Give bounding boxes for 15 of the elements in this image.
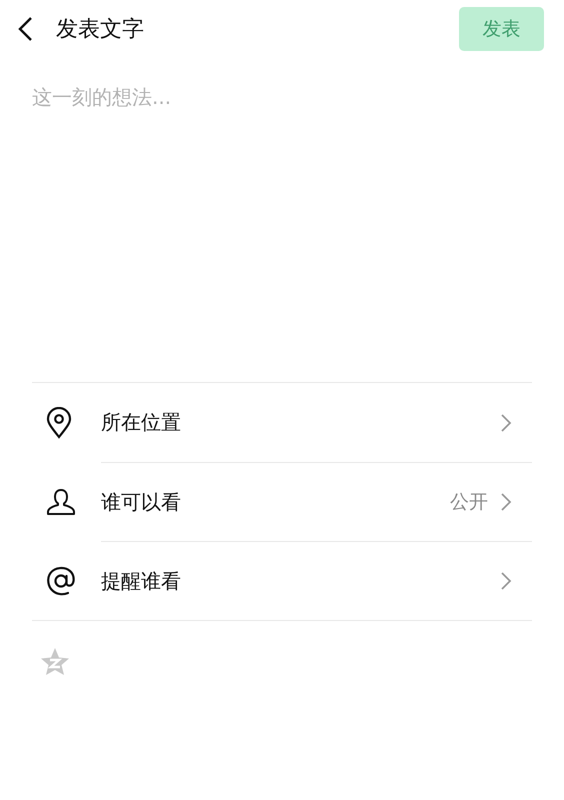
option-label: 谁可以看 (101, 488, 182, 516)
page-title: 发表文字 (56, 16, 145, 44)
option-label: 所在位置 (101, 409, 182, 436)
at-sign-icon (46, 566, 76, 596)
option-row[interactable]: 提醒谁看 (32, 541, 532, 620)
option-label: 提醒谁看 (101, 568, 182, 594)
chevron-right-icon (500, 492, 512, 512)
chevron-right-icon (500, 571, 512, 591)
chevron-right-icon (500, 412, 512, 432)
person-icon (46, 488, 76, 516)
option-row[interactable]: 所在位置 (32, 383, 532, 462)
star-icon[interactable] (40, 647, 70, 677)
option-value: 公开 (450, 490, 488, 515)
location-pin-icon (46, 406, 72, 438)
option-row[interactable]: 谁可以看 公开 (32, 462, 532, 541)
